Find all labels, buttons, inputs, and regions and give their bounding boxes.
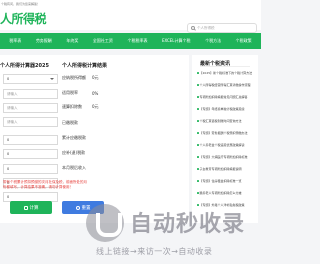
amount-field[interactable]: 0 bbox=[3, 135, 58, 145]
news-item[interactable]: 【2025】新个税标准下的个税计算方法 bbox=[197, 71, 255, 79]
result-label: 已缴税款 bbox=[62, 120, 78, 125]
result-value: 0元 bbox=[92, 75, 99, 80]
nav-item[interactable]: 劳务报酬 bbox=[36, 38, 52, 44]
news-item-text: 赡养老人专项附加扣除怎么分摊 bbox=[199, 191, 242, 195]
watermark-title: 自动秒收录 bbox=[130, 212, 246, 237]
news-item[interactable]: 赡养老人专项附加扣除怎么分摊 bbox=[197, 191, 255, 199]
news-item-text: 【2025】新个税标准下的个税计算方法 bbox=[199, 71, 253, 75]
refresh-icon bbox=[75, 205, 80, 210]
site-header: 人所得税 个人所得税 bbox=[0, 8, 261, 33]
income-input[interactable]: 请输入 bbox=[3, 89, 58, 99]
sidebar-divider bbox=[200, 66, 250, 67]
results-title: 个人所得税计算结果 bbox=[62, 63, 108, 69]
bullet-icon bbox=[197, 192, 199, 194]
chevron-down-icon bbox=[50, 78, 54, 80]
city-select[interactable]: 0 bbox=[3, 74, 58, 84]
bullet-icon bbox=[197, 108, 199, 110]
amount-field[interactable]: 0 bbox=[3, 149, 58, 159]
search-icon bbox=[191, 26, 195, 30]
news-item[interactable]: 【专题】大病医疗专项附加扣除标准 bbox=[197, 155, 255, 163]
top-bar: 个税有问，我们为您来解答！ bbox=[0, 0, 261, 8]
logo-text: 人所得税 bbox=[0, 12, 47, 26]
news-item-text: 个人所得税经营所得汇算清缴操作流程 bbox=[199, 83, 251, 87]
top-bar-text: 个税有问，我们为您来解答！ bbox=[1, 2, 41, 6]
watermark-subtitle: 线上链接→来访一次→自动收录 bbox=[96, 247, 213, 256]
result-row: 适用税率 0% bbox=[62, 90, 98, 96]
news-item[interactable]: 【专题】劳务报酬个税预扣预缴办法 bbox=[197, 131, 255, 139]
nav-item[interactable]: 个税方法 bbox=[205, 38, 221, 44]
result-row: 应纳税所得额 0元 bbox=[62, 75, 99, 81]
main-nav: 税率表 劳务报酬 年终奖 全国社工资 个税税率表 EXCEL计算个税 个税方法 … bbox=[0, 33, 261, 49]
calculator-title: 个人所得计算器2025 bbox=[0, 63, 49, 69]
news-item[interactable]: 【专题】年终奖单独计税政策延续 bbox=[197, 107, 255, 115]
news-item[interactable]: 子女教育专项附加扣除填报说明 bbox=[197, 167, 255, 175]
news-item[interactable]: 专项附加扣除填报常见问题汇总解答 bbox=[197, 95, 255, 103]
nav-item[interactable]: 税率表 bbox=[9, 38, 21, 44]
watermark-overlay: 自动秒收录 线上链接→来访一次→自动收录 bbox=[80, 200, 261, 264]
result-row: 应补(退)税款 bbox=[62, 150, 92, 156]
bullet-icon bbox=[197, 156, 199, 158]
news-item[interactable]: 【专题】住房租金扣除标准一览 bbox=[197, 179, 255, 187]
bullet-icon bbox=[197, 144, 199, 146]
nav-item[interactable]: EXCEL计算个税 bbox=[162, 38, 191, 44]
bullet-icon bbox=[197, 132, 199, 134]
result-row: 累计应缴税款 bbox=[62, 135, 92, 141]
nav-item[interactable]: 全国社工资 bbox=[93, 38, 113, 44]
bullet-icon bbox=[197, 84, 199, 86]
calculator-panel: 个人所得计算器2025 个人所得税计算结果 0 请输入 请输入 请输入 0 0 … bbox=[0, 55, 189, 223]
news-item-text: 【专题】住房租金扣除标准一览 bbox=[199, 179, 242, 183]
result-label: 应纳税所得额 bbox=[62, 75, 86, 80]
news-item[interactable]: 个人养老金个税递延优惠政策解读 bbox=[197, 143, 255, 151]
news-sidebar: 最新个税资讯 【2025】新个税标准下的个税计算方法 个人所得税经营所得汇算清缴… bbox=[192, 55, 258, 223]
news-item-text: 专项附加扣除填报常见问题汇总解答 bbox=[199, 95, 248, 99]
bullet-icon bbox=[197, 168, 199, 170]
insurance-input[interactable]: 请输入 bbox=[3, 103, 58, 113]
news-item-text: 【专题】年终奖单独计税政策延续 bbox=[199, 107, 245, 111]
result-label: 适用税率 bbox=[62, 90, 78, 95]
bullet-icon bbox=[197, 96, 199, 98]
result-label: 本月税后收入 bbox=[62, 165, 86, 170]
calculate-button[interactable]: 计算 bbox=[10, 201, 52, 214]
site-logo[interactable]: 人所得税 bbox=[0, 12, 47, 26]
nav-item[interactable]: 个税税率表 bbox=[127, 38, 147, 44]
watermark-logo-icon bbox=[86, 204, 124, 242]
news-item[interactable]: 个税汇算退税到账时间查询方法 bbox=[197, 119, 255, 127]
news-item-text: 【专题】大病医疗专项附加扣除标准 bbox=[199, 155, 248, 159]
news-item-text: 个人养老金个税递延优惠政策解读 bbox=[199, 143, 245, 147]
nav-item[interactable]: 年终奖 bbox=[66, 38, 78, 44]
result-value: 0% bbox=[92, 90, 99, 96]
amount-field[interactable]: 0 bbox=[3, 164, 58, 174]
city-select-value: 0 bbox=[7, 77, 10, 81]
news-item-text: 【专题】劳务报酬个税预扣预缴办法 bbox=[199, 131, 248, 135]
calculate-button-label: 计算 bbox=[29, 205, 39, 211]
result-row: 已缴税款 bbox=[62, 120, 92, 126]
warning-tip: 带有个税累计预扣预缴的次月社保及税，前面所处的月份都填写，计算结果不准确，请勿计… bbox=[3, 180, 87, 189]
deduction-input[interactable]: 请输入 bbox=[3, 117, 58, 127]
result-label: 应补(退)税款 bbox=[62, 150, 86, 155]
result-label: 累计应缴税款 bbox=[62, 135, 86, 140]
nav-item[interactable]: 个税政策 bbox=[236, 38, 252, 44]
bullet-icon bbox=[197, 180, 199, 182]
result-row: 本月税后收入 bbox=[62, 165, 92, 171]
news-item-text: 个税汇算退税到账时间查询方法 bbox=[199, 119, 242, 123]
result-row: 速算扣除数 0元 bbox=[62, 104, 99, 110]
result-value: 0元 bbox=[92, 104, 99, 109]
search-box[interactable]: 个人所得税 bbox=[187, 23, 257, 33]
bullet-icon bbox=[197, 72, 199, 74]
news-item[interactable]: 个人所得税经营所得汇算清缴操作流程 bbox=[197, 83, 255, 91]
calculator-icon bbox=[23, 205, 28, 210]
bullet-icon bbox=[197, 120, 199, 122]
result-label: 速算扣除数 bbox=[62, 104, 82, 109]
search-input[interactable]: 个人所得税 bbox=[197, 26, 215, 31]
news-item-text: 子女教育专项附加扣除填报说明 bbox=[199, 167, 242, 171]
